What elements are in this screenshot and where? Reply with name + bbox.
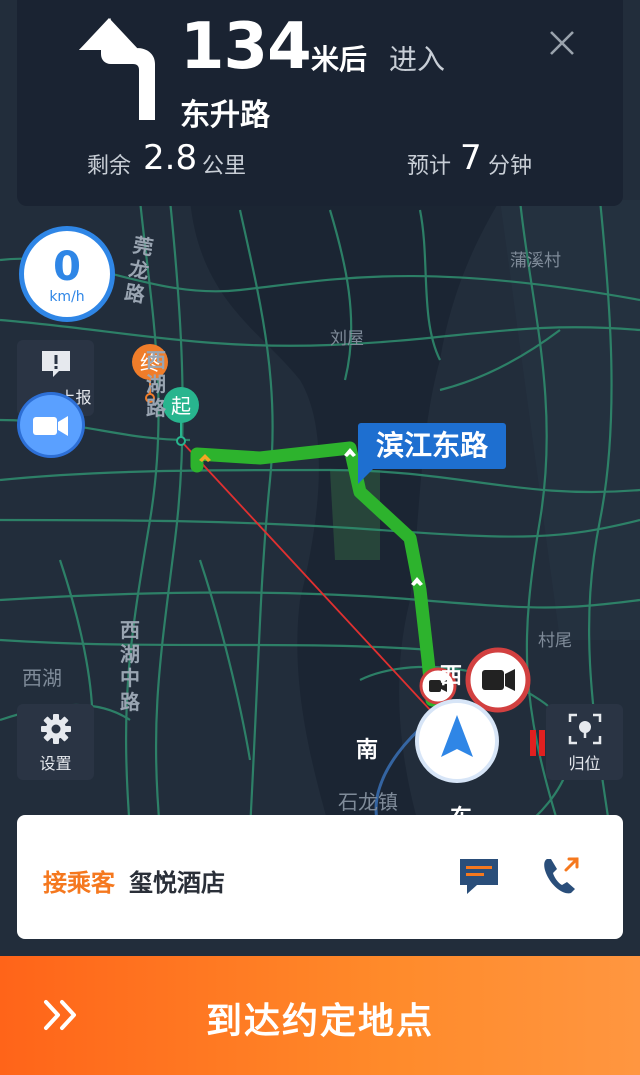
route-road-tag[interactable]: 滨江东路: [358, 423, 506, 469]
turn-distance-unit: 米后: [311, 43, 368, 76]
eta-unit: 分钟: [488, 154, 533, 179]
settings-button[interactable]: 设置: [17, 704, 94, 780]
remaining-distance-unit: 公里: [202, 154, 247, 179]
map-label-puxi-village: 蒲溪村: [510, 251, 561, 271]
settings-label: 设置: [39, 754, 72, 773]
eta-label: 预计: [407, 154, 452, 179]
map-label-xihu: 西湖: [22, 666, 62, 690]
remaining-distance-value: 2.8: [143, 138, 198, 178]
pickup-label: 接乘客: [43, 869, 115, 897]
close-icon[interactable]: [547, 28, 577, 58]
route-tag-pointer: [358, 466, 376, 484]
speed-unit: km/h: [49, 289, 85, 305]
next-road-name: 东升路: [180, 98, 270, 133]
turn-action: 进入: [389, 43, 446, 76]
compass-west: 西: [440, 664, 463, 689]
locate-icon: [568, 713, 601, 745]
navigation-instruction-card: 134 米后 进入 东升路 剩余 2.8 公里 预计 7 分钟: [17, 0, 623, 206]
locate-label: 归位: [568, 754, 601, 773]
speed-value: 0: [53, 244, 81, 290]
map-label-shilong-town: 石龙镇: [338, 790, 398, 814]
report-icon: [41, 351, 70, 377]
speedometer: 0 km/h: [19, 226, 115, 322]
arrive-button-label: 到达约定地点: [205, 1001, 434, 1042]
phone-icon[interactable]: [539, 855, 583, 897]
eta-value: 7: [460, 138, 482, 178]
map-label-xihu-middle-road: 西湖中路: [120, 618, 140, 714]
compass-south: 南: [356, 738, 379, 763]
gear-icon: [40, 714, 71, 744]
map-label-xihu-road: 西湖路: [146, 348, 166, 420]
remaining-distance-label: 剩余: [87, 154, 132, 179]
start-marker-label: 起: [171, 394, 191, 418]
pickup-place: 玺悦酒店: [129, 869, 225, 897]
turn-left-icon: [79, 18, 155, 120]
passenger-card: 接乘客 玺悦酒店: [17, 815, 623, 939]
navigation-arrow-icon: [415, 699, 499, 783]
message-icon[interactable]: [457, 855, 501, 897]
arrive-at-pickup-button[interactable]: 到达约定地点: [0, 956, 640, 1075]
turn-distance: 134: [180, 10, 312, 84]
video-camera-icon: [33, 416, 68, 436]
map-label-cunwei: 村尾: [538, 631, 572, 651]
dashcam-button[interactable]: [17, 392, 85, 458]
recenter-button[interactable]: 归位: [546, 704, 623, 780]
map-label-liuwu: 刘屋: [330, 329, 364, 349]
